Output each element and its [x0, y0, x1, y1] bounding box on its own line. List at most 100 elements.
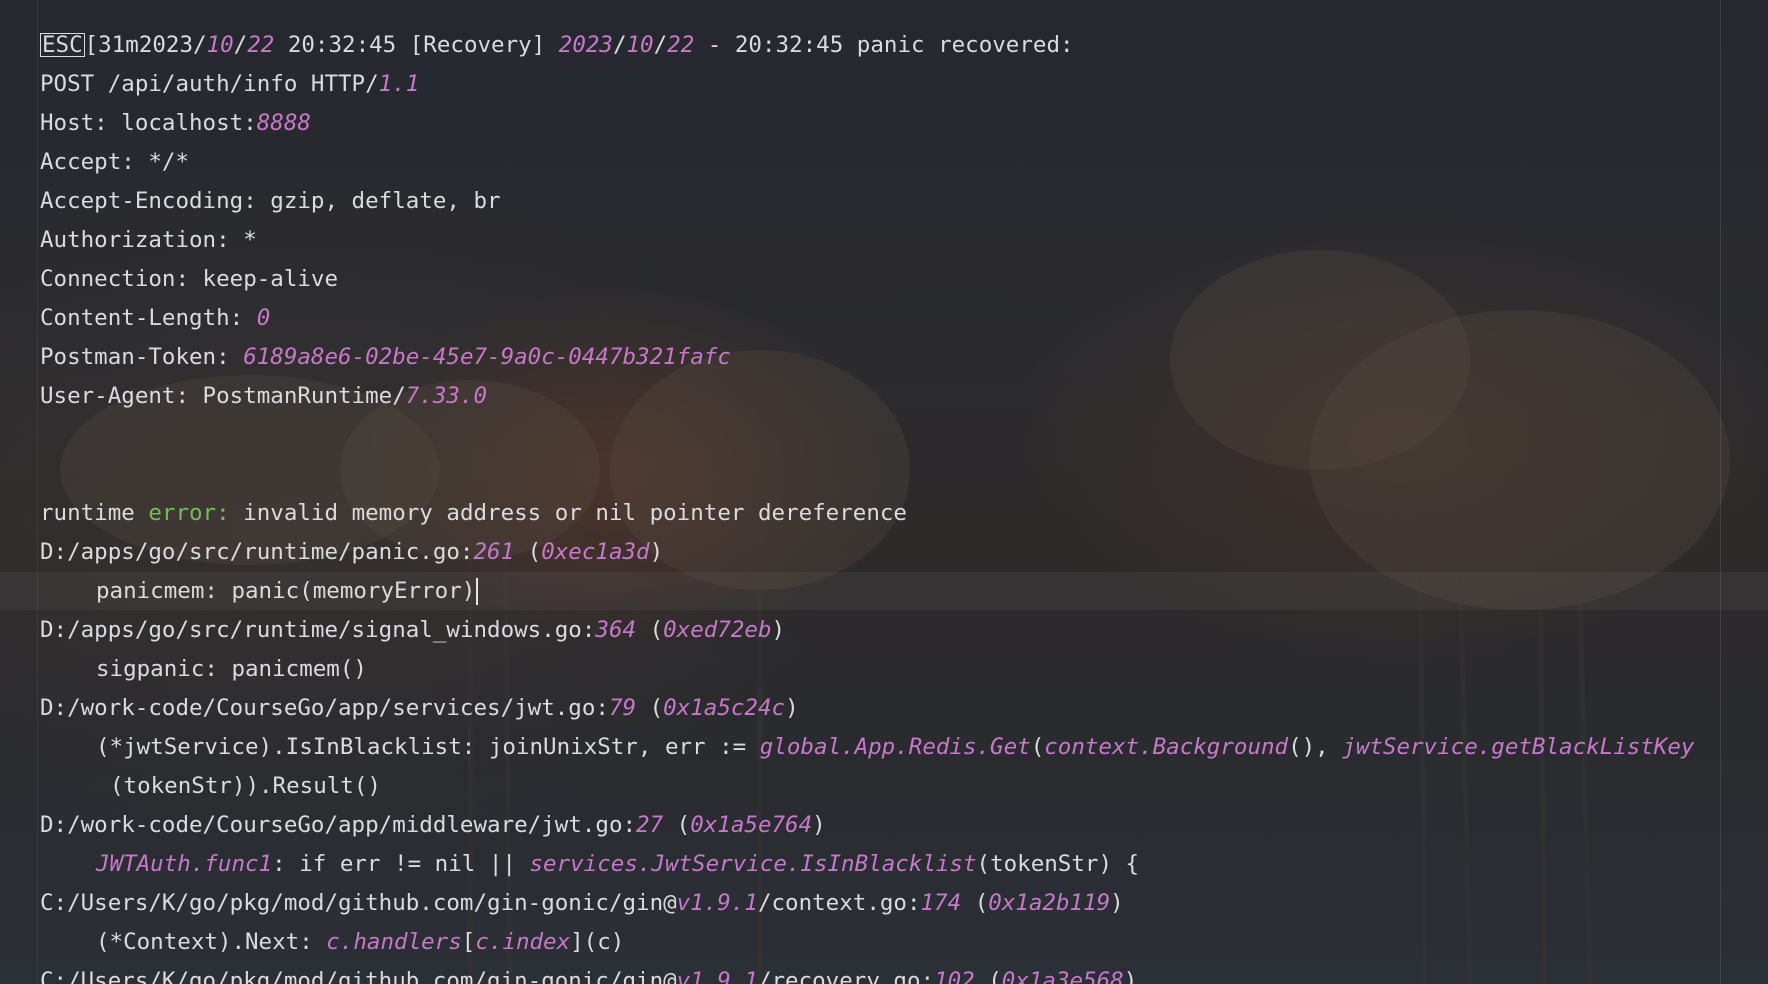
text-token: D:/apps/go/src/runtime/panic.go:: [40, 539, 474, 565]
text-token: /: [612, 32, 627, 58]
console-line: runtime error: invalid memory address or…: [40, 494, 1768, 533]
console-line: Authorization: *: [40, 221, 1768, 260]
text-token: 22: [667, 32, 695, 58]
text-token: D:/work-code/CourseGo/app/services/jwt.g…: [40, 695, 609, 721]
text-token: (tokenStr) {: [976, 851, 1140, 877]
text-token: 0x1a5e764: [690, 812, 813, 838]
text-token: [31m2023/: [84, 32, 207, 58]
text-token: Accept-Encoding: gzip, deflate, br: [40, 188, 501, 214]
text-token: 261: [473, 539, 515, 565]
text-token: (: [514, 539, 542, 565]
console-window: ESC[31m2023/10/22 20:32:45 [Recovery] 20…: [0, 0, 1768, 984]
text-token: 79: [608, 695, 637, 721]
console-line: D:/work-code/CourseGo/app/services/jwt.g…: [40, 689, 1768, 728]
text-token: 10: [206, 32, 234, 58]
text-token: 8888: [256, 110, 311, 136]
text-token: POST /api/auth/info HTTP/: [40, 71, 379, 97]
text-token: [: [461, 929, 476, 955]
console-line: panicmem: panic(memoryError): [40, 572, 1768, 611]
text-token: 22: [247, 32, 275, 58]
console-line: D:/apps/go/src/runtime/panic.go:261 (0xe…: [40, 533, 1768, 572]
text-token: ](c): [570, 929, 625, 955]
text-token: (: [1030, 734, 1045, 760]
text-token: v1.9.1: [676, 890, 758, 916]
console-line: JWTAuth.func1: if err != nil || services…: [40, 845, 1768, 884]
text-token: error:: [148, 500, 230, 526]
console-line: sigpanic: panicmem(): [40, 650, 1768, 689]
text-token: - 20:32:45 panic recovered:: [694, 32, 1074, 58]
text-token: Authorization: *: [40, 227, 257, 253]
text-token: /: [233, 32, 248, 58]
text-token: global.App.Redis.Get: [759, 734, 1031, 760]
text-token: : if err != nil ||: [272, 851, 530, 877]
text-token: (: [663, 812, 691, 838]
text-token: runtime: [40, 500, 149, 526]
text-token: sigpanic: panicmem(): [96, 656, 367, 682]
text-token: /recovery.go:: [757, 968, 935, 984]
text-token: JWTAuth.func1: [96, 851, 273, 877]
text-token: v1.9.1: [676, 968, 758, 984]
console-line: ESC[31m2023/10/22 20:32:45 [Recovery] 20…: [40, 26, 1768, 65]
text-token: 364: [595, 617, 637, 643]
console-line: D:/work-code/CourseGo/app/middleware/jwt…: [40, 806, 1768, 845]
text-token: Host: localhost:: [40, 110, 257, 136]
text-token: (*jwtService).IsInBlacklist: joinUnixStr…: [96, 734, 760, 760]
console-line: D:/apps/go/src/runtime/signal_windows.go…: [40, 611, 1768, 650]
text-token: (),: [1288, 734, 1343, 760]
text-token: 27: [636, 812, 664, 838]
text-token: /context.go:: [757, 890, 921, 916]
console-line: User-Agent: PostmanRuntime/7.33.0: [40, 377, 1768, 416]
text-token: 0xed72eb: [663, 617, 772, 643]
text-token: 2023: [558, 32, 613, 58]
console-line: (tokenStr)).Result(): [40, 767, 1768, 806]
text-token: User-Agent: PostmanRuntime/: [40, 383, 406, 409]
text-token: Connection: keep-alive: [40, 266, 339, 292]
text-token: (: [961, 890, 989, 916]
text-token: 6189a8e6-02be-45e7-9a0c-0447b321fafc: [243, 344, 731, 370]
text-token: (: [636, 617, 664, 643]
text-token: ): [1110, 890, 1124, 916]
console-line: (*Context).Next: c.handlers[c.index](c): [40, 923, 1768, 962]
text-token: services.JwtService.IsInBlacklist: [529, 851, 977, 877]
console-line: C:/Users/K/go/pkg/mod/github.com/gin-gon…: [40, 962, 1768, 984]
text-token: /: [653, 32, 668, 58]
text-token: 0xec1a3d: [541, 539, 650, 565]
console-line: Accept: */*: [40, 143, 1768, 182]
text-token: D:/apps/go/src/runtime/signal_windows.go…: [40, 617, 596, 643]
console-line: Connection: keep-alive: [40, 260, 1768, 299]
text-token: 0x1a2b119: [988, 890, 1111, 916]
text-token: 0x1a3e568: [1001, 968, 1124, 984]
text-token: ): [771, 617, 786, 643]
text-token: (tokenStr)).Result(): [110, 773, 381, 799]
text-token: (: [636, 695, 664, 721]
console-line: Content-Length: 0: [40, 299, 1768, 338]
console-line: Accept-Encoding: gzip, deflate, br: [40, 182, 1768, 221]
text-token: 7.33.0: [405, 383, 488, 409]
console-line: Host: localhost:8888: [40, 104, 1768, 143]
console-line: C:/Users/K/go/pkg/mod/github.com/gin-gon…: [40, 884, 1768, 923]
text-token: 0x1a5c24c: [663, 695, 786, 721]
text-token: panicmem: panic(memoryError): [96, 578, 476, 604]
text-token: ): [1123, 968, 1138, 984]
text-token: c.handlers: [326, 929, 462, 955]
text-token: jwtService.getBlackListKey: [1342, 734, 1695, 760]
text-token: ): [649, 539, 664, 565]
console-output[interactable]: ESC[31m2023/10/22 20:32:45 [Recovery] 20…: [40, 26, 1768, 984]
text-token: invalid memory address or nil pointer de…: [229, 500, 907, 526]
text-token: Content-Length:: [40, 305, 257, 331]
text-token: C:/Users/K/go/pkg/mod/github.com/gin-gon…: [40, 968, 677, 984]
text-token: 1.1: [378, 71, 420, 97]
console-line: POST /api/auth/info HTTP/1.1: [40, 65, 1768, 104]
gutter-divider: [37, 0, 38, 984]
console-line: Postman-Token: 6189a8e6-02be-45e7-9a0c-0…: [40, 338, 1768, 377]
text-token: (: [974, 968, 1002, 984]
escape-char-marker: ESC: [40, 32, 85, 58]
text-token: 20:32:45 [Recovery]: [274, 32, 559, 58]
text-token: Accept: */*: [40, 149, 190, 175]
text-token: 10: [626, 32, 654, 58]
console-line: (*jwtService).IsInBlacklist: joinUnixStr…: [40, 728, 1768, 767]
text-token: D:/work-code/CourseGo/app/middleware/jwt…: [40, 812, 637, 838]
text-token: Postman-Token:: [40, 344, 244, 370]
text-token: 174: [920, 890, 962, 916]
